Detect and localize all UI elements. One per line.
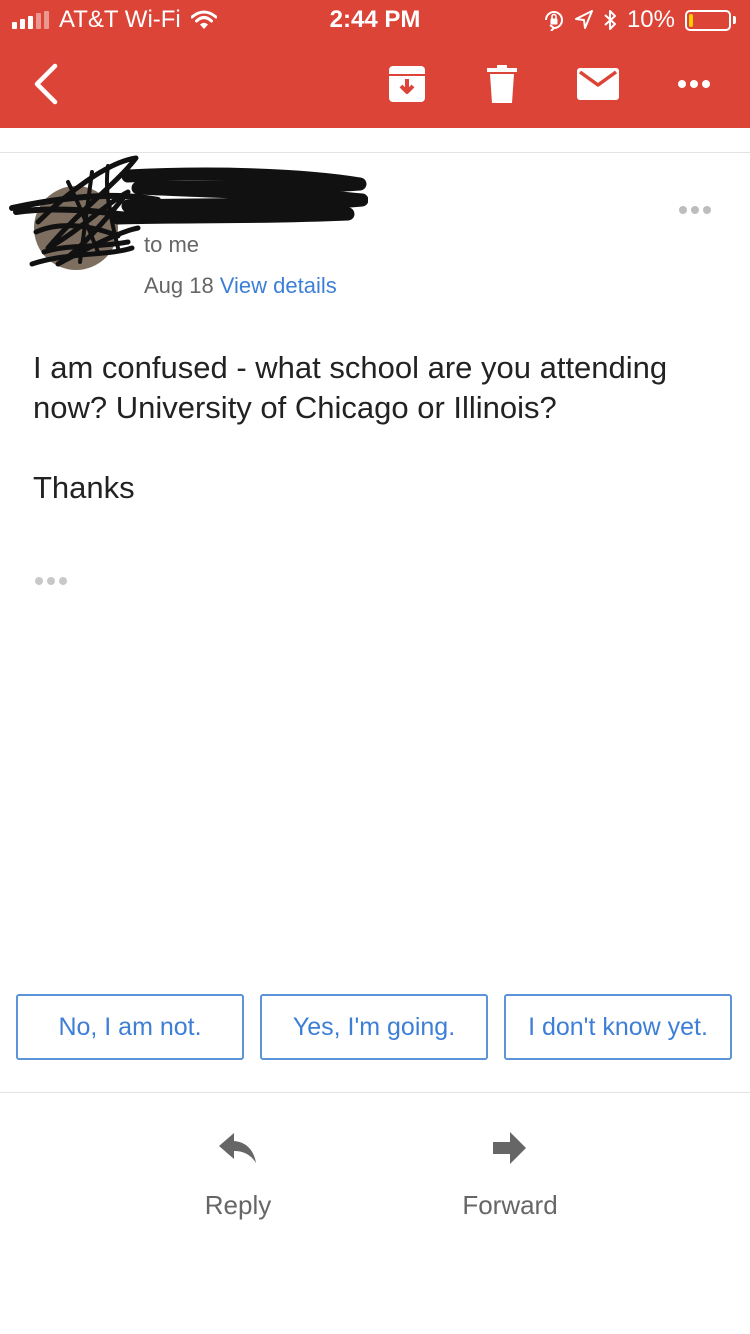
bluetooth-icon (604, 10, 616, 30)
forward-icon (493, 1132, 526, 1164)
smart-reply-button[interactable]: I don't know yet. (504, 994, 732, 1060)
back-button[interactable] (22, 60, 70, 108)
battery-icon (685, 9, 736, 31)
archive-icon (389, 66, 425, 102)
battery-percent: 10% (626, 6, 675, 33)
body-paragraph: Thanks (33, 470, 135, 505)
body-paragraph: I am confused - what school are you atte… (33, 350, 668, 425)
message-date: Aug 18 (144, 273, 214, 298)
more-icon (678, 80, 710, 88)
view-details-link[interactable]: View details (220, 273, 337, 298)
smart-reply-button[interactable]: No, I am not. (16, 994, 244, 1060)
message-meta: Aug 18 View details (144, 273, 337, 299)
forward-button[interactable]: Forward (410, 1128, 610, 1221)
trash-icon (487, 65, 517, 103)
more-horizontal-icon (679, 206, 711, 214)
orientation-lock-icon (544, 11, 563, 31)
location-icon (574, 10, 593, 29)
show-trimmed-content-button[interactable] (35, 572, 71, 590)
app-bar: AT&T Wi-Fi 2:44 PM 10% (0, 0, 750, 128)
status-bar: AT&T Wi-Fi 2:44 PM 10% (0, 0, 750, 40)
battery-level-fill (689, 13, 693, 27)
forward-label: Forward (462, 1190, 558, 1220)
ellipsis-icon (35, 577, 43, 585)
archive-button[interactable] (385, 60, 429, 108)
mail-icon (577, 68, 619, 100)
reply-label: Reply (204, 1190, 272, 1220)
divider (0, 1092, 750, 1093)
smart-reply-button[interactable]: Yes, I'm going. (260, 994, 488, 1060)
reply-button[interactable]: Reply (138, 1128, 338, 1221)
message-body: I am confused - what school are you atte… (33, 348, 693, 508)
message-more-button[interactable] (674, 198, 716, 222)
mark-unread-button[interactable] (576, 60, 620, 108)
back-icon (34, 63, 58, 105)
delete-button[interactable] (482, 60, 522, 108)
more-options-button[interactable] (674, 60, 714, 108)
recipient-label: to me (144, 232, 200, 257)
reply-icon (219, 1133, 256, 1163)
